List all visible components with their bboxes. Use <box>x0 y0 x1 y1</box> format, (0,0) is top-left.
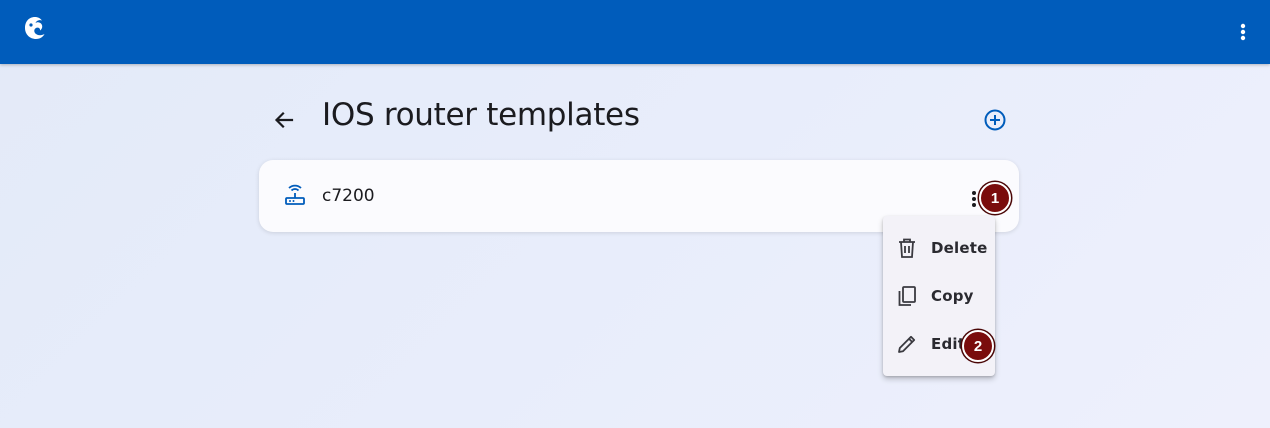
menu-item-label: Edit <box>931 335 966 353</box>
annotation-badge: 2 <box>962 330 994 362</box>
menu-item-copy[interactable]: Copy <box>883 272 995 320</box>
template-name: c7200 <box>322 186 375 206</box>
menu-item-label: Copy <box>931 287 974 305</box>
add-circle-icon[interactable] <box>982 107 1008 133</box>
arrow-back-icon[interactable] <box>270 106 298 134</box>
delete-icon <box>899 238 915 258</box>
router-icon <box>285 184 305 205</box>
top-app-bar <box>0 0 1270 64</box>
copy-icon <box>898 286 916 306</box>
more-vert-icon[interactable] <box>1232 20 1254 44</box>
edit-icon <box>898 335 916 353</box>
page-title: IOS router templates <box>322 97 640 133</box>
annotation-badge: 1 <box>979 182 1011 214</box>
menu-item-label: Delete <box>931 239 988 257</box>
chameleon-logo-icon[interactable] <box>22 15 48 41</box>
menu-item-delete[interactable]: Delete <box>883 224 995 272</box>
